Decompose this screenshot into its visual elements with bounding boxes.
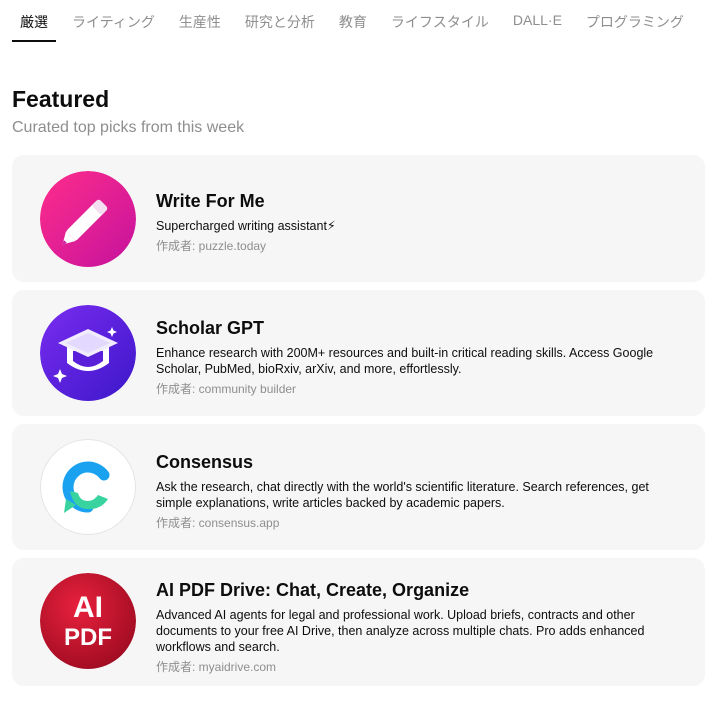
- gpt-card-consensus[interactable]: Consensus Ask the research, chat directl…: [12, 424, 705, 550]
- gpt-author: 作成者: consensus.app: [156, 516, 280, 530]
- tab-dalle[interactable]: DALL·E: [505, 0, 570, 42]
- gpt-card-ai-pdf-drive[interactable]: AI PDF AI PDF Drive: Chat, Create, Organ…: [12, 558, 705, 686]
- tab-writing[interactable]: ライティング: [64, 0, 163, 42]
- tab-education[interactable]: 教育: [331, 0, 375, 42]
- ai-pdf-logo-icon: AI PDF: [40, 573, 136, 669]
- gpt-description: Enhance research with 200M+ resources an…: [156, 346, 654, 376]
- tab-programming[interactable]: プログラミング: [578, 0, 692, 42]
- section-subtitle: Curated top picks from this week: [12, 119, 245, 136]
- gpt-author: 作成者: myaidrive.com: [156, 660, 277, 674]
- gpt-description: Supercharged writing assistant⚡: [156, 219, 336, 233]
- tab-featured[interactable]: 厳選: [12, 0, 56, 42]
- gpt-description: Ask the research, chat directly with the…: [156, 480, 649, 510]
- gpt-author: 作成者: puzzle.today: [156, 239, 267, 253]
- gpt-name: Write For Me: [156, 191, 265, 211]
- gpt-name: Consensus: [156, 452, 254, 472]
- tab-productivity[interactable]: 生産性: [171, 0, 229, 42]
- logo-text-ai: AI: [73, 591, 103, 624]
- pencil-icon: [40, 171, 136, 267]
- tab-research-analysis[interactable]: 研究と分析: [237, 0, 323, 42]
- gpt-author: 作成者: community builder: [156, 382, 297, 396]
- featured-list: Write For Me Supercharged writing assist…: [12, 155, 705, 694]
- category-tabs: 厳選 ライティング 生産性 研究と分析 教育 ライフスタイル DALL·E プロ…: [12, 0, 700, 42]
- gpt-card-scholar-gpt[interactable]: Scholar GPT Enhance research with 200M+ …: [12, 290, 705, 416]
- gpt-card-write-for-me[interactable]: Write For Me Supercharged writing assist…: [12, 155, 705, 282]
- tab-lifestyle[interactable]: ライフスタイル: [383, 0, 497, 42]
- gpt-name: Scholar GPT: [156, 318, 265, 338]
- consensus-logo-icon: [40, 439, 136, 535]
- gpt-name: AI PDF Drive: Chat, Create, Organize: [156, 580, 470, 600]
- section-title: Featured: [12, 86, 110, 112]
- graduation-cap-icon: [40, 305, 136, 401]
- gpt-description: Advanced AI agents for legal and profess…: [156, 608, 645, 654]
- logo-text-pdf: PDF: [64, 624, 112, 651]
